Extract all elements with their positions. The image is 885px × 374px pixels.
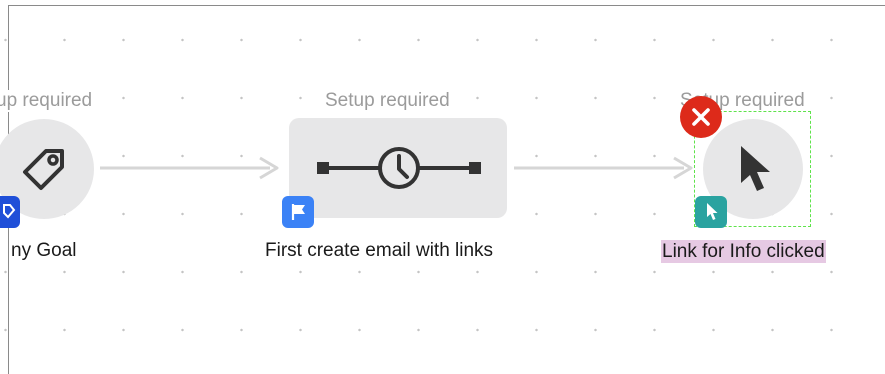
tag-icon: [23, 149, 64, 190]
goal-badge-icon: [0, 196, 20, 228]
node-status-label: up required: [0, 90, 93, 112]
node-label-selected: Link for Info clicked: [661, 240, 826, 263]
node-label: ny Goal: [11, 240, 77, 261]
wait-timeline-icon: [317, 147, 481, 189]
close-icon: [692, 108, 710, 126]
connector-arrow: [100, 156, 279, 180]
node-label: First create email with links: [265, 240, 494, 261]
cursor-badge-icon: [695, 196, 727, 228]
delete-node-button[interactable]: [680, 96, 722, 138]
canvas-border-top: [8, 5, 885, 6]
connector-arrow: [514, 156, 693, 180]
node-status-label: Setup required: [325, 90, 450, 112]
flag-icon: [282, 196, 314, 228]
workflow-canvas[interactable]: up required ny Goal Setup required First…: [0, 0, 885, 374]
wait-node[interactable]: [289, 118, 507, 218]
node-label-text: Link for Info clicked: [661, 240, 826, 263]
